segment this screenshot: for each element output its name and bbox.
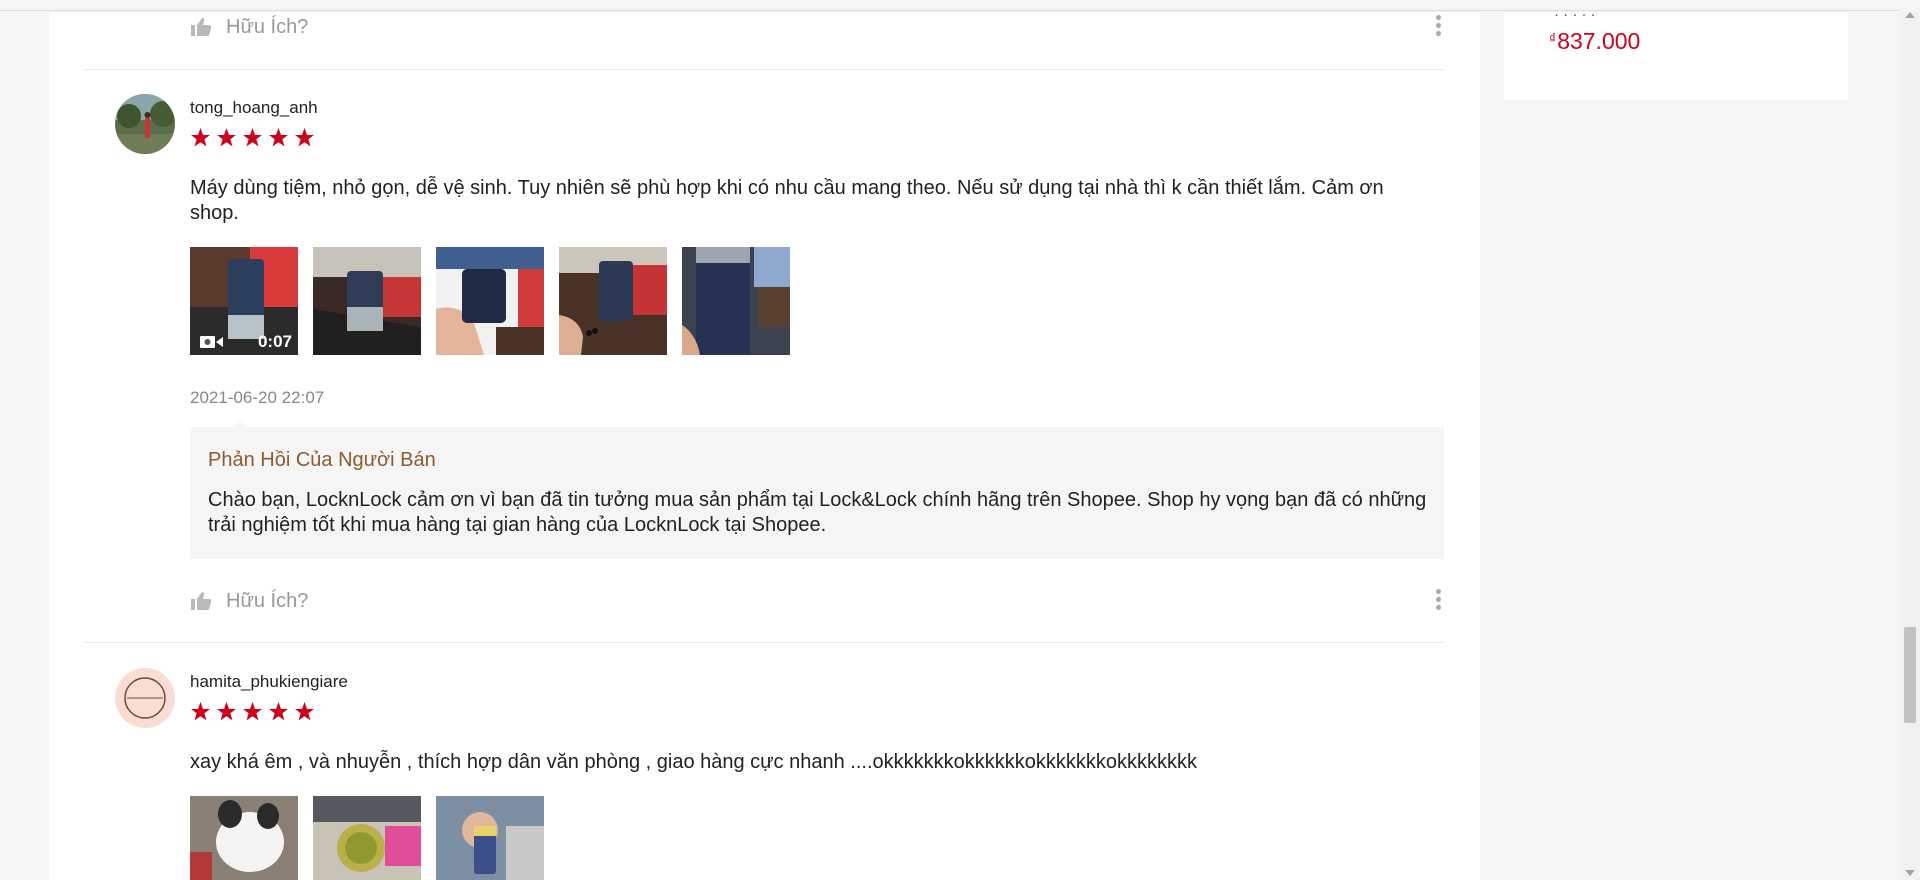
star-icon	[295, 128, 314, 147]
review-date: 2021-06-20 22:07	[190, 388, 325, 407]
scroll-thumb[interactable]	[1904, 627, 1916, 723]
star-icon	[243, 702, 262, 721]
review-more-menu[interactable]	[1436, 15, 1442, 39]
sidebar-product-card[interactable]: · · · · · ₫837.000	[1504, 6, 1848, 100]
avatar[interactable]	[115, 94, 175, 154]
review-image-thumbnail[interactable]	[559, 247, 667, 355]
helpful-label: Hữu Ích?	[226, 15, 309, 38]
star-icon	[243, 128, 262, 147]
star-icon	[217, 128, 236, 147]
seller-reply-title: Phản Hồi Của Người Bán	[208, 449, 436, 471]
sidebar-cut-text: · · · · ·	[1554, 6, 1596, 23]
price-value: 837.000	[1557, 28, 1641, 54]
video-duration: 0:07	[257, 332, 292, 351]
review-image-thumbnail[interactable]	[313, 247, 421, 355]
star-icon	[295, 702, 314, 721]
currency-symbol: ₫	[1549, 30, 1557, 46]
review-image-thumbnail[interactable]	[190, 796, 298, 880]
review-comment: xay khá êm , và nhuyễn , thích hợp dân v…	[190, 751, 1198, 773]
rating-stars	[190, 702, 315, 722]
review-image-thumbnail[interactable]	[436, 247, 544, 355]
thumbs-up-icon	[191, 592, 212, 610]
review-divider	[84, 642, 1444, 643]
review-image-thumbnail[interactable]	[313, 796, 421, 880]
avatar[interactable]	[115, 668, 175, 728]
video-camera-icon	[200, 336, 223, 348]
star-icon	[217, 702, 236, 721]
helpful-label: Hữu Ích?	[226, 589, 309, 612]
helpful-button[interactable]: Hữu Ích?	[190, 15, 308, 39]
scroll-up-arrow-icon[interactable]	[1905, 12, 1915, 18]
sidebar-product-price: ₫837.000	[1549, 28, 1640, 55]
star-icon	[269, 128, 288, 147]
page-scrollbar[interactable]	[1900, 12, 1920, 880]
video-overlay: 0:07	[190, 329, 298, 355]
reply-pointer	[232, 419, 248, 427]
helpful-button[interactable]: Hữu Ích?	[190, 589, 308, 613]
star-icon	[191, 702, 210, 721]
review-more-menu[interactable]	[1436, 589, 1442, 613]
star-icon	[269, 702, 288, 721]
thumbs-up-icon	[191, 18, 212, 36]
rating-stars	[190, 128, 315, 148]
review-username[interactable]: tong_hoang_anh	[190, 98, 318, 118]
review-divider	[84, 69, 1444, 70]
scroll-down-arrow-icon[interactable]	[1905, 870, 1915, 876]
review-username[interactable]: hamita_phukiengiare	[190, 672, 348, 692]
review-image-thumbnail[interactable]	[682, 247, 790, 355]
seller-reply-text: Chào bạn, LocknLock cảm ơn vì bạn đã tin…	[208, 489, 1427, 536]
seller-reply-box: Phản Hồi Của Người Bán Chào bạn, LocknLo…	[190, 419, 1444, 559]
review-image-thumbnail[interactable]	[436, 796, 544, 880]
review-video-thumbnail[interactable]: 0:07	[190, 247, 298, 355]
top-divider	[0, 10, 1900, 11]
star-icon	[191, 128, 210, 147]
review-comment: Máy dùng tiệm, nhỏ gọn, dễ vệ sinh. Tuy …	[190, 177, 1384, 224]
